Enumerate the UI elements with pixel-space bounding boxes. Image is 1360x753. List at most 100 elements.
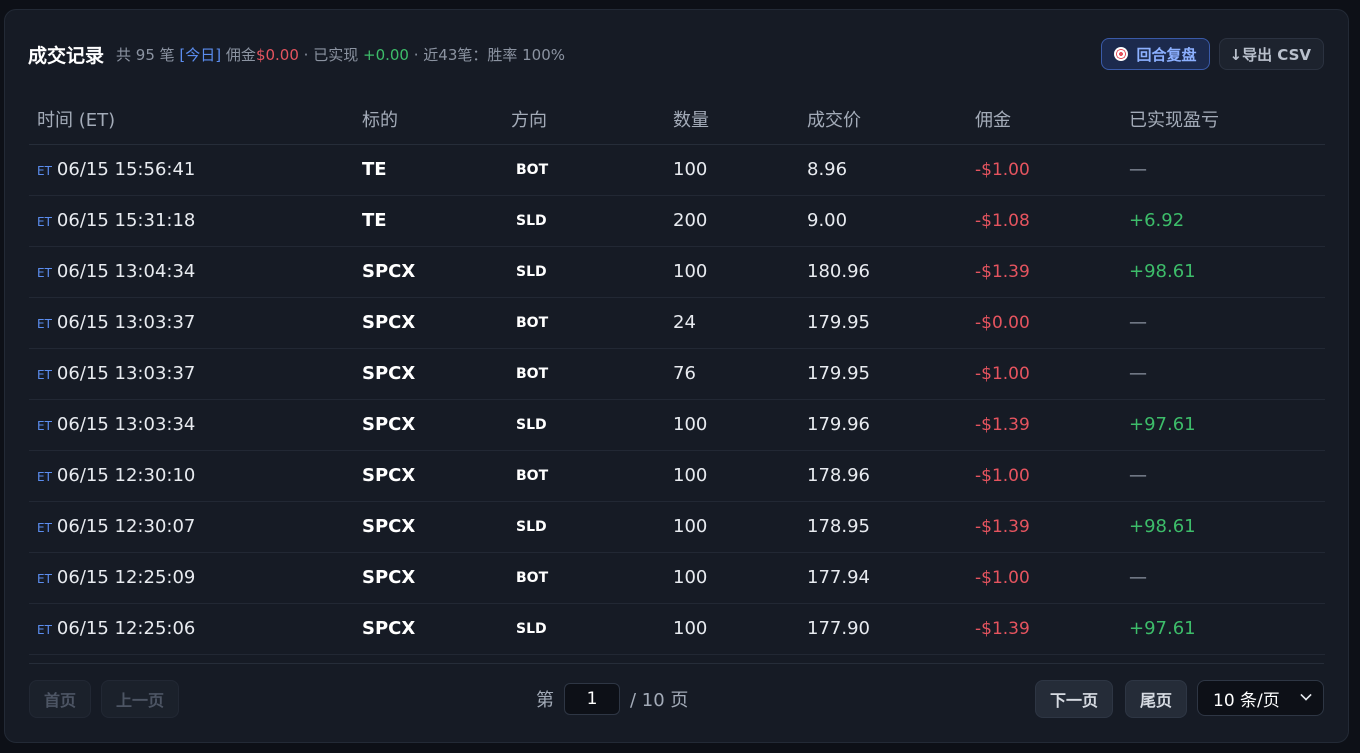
- timezone-tag: ET: [37, 266, 52, 280]
- time-value: 06/15 15:31:18: [56, 210, 196, 231]
- realized-label: · 已实现: [303, 45, 359, 64]
- cell-commission: -$1.00: [967, 348, 1121, 400]
- cell-time: ET 06/15 15:31:18: [29, 195, 354, 247]
- cell-side: SLD: [503, 399, 665, 451]
- commission-label: 佣金: [225, 45, 256, 64]
- cell-realized-pnl: —: [1121, 144, 1325, 196]
- round-replay-button[interactable]: 回合复盘: [1101, 38, 1210, 70]
- cell-quantity: 200: [665, 195, 799, 247]
- table-row: ET 06/15 12:30:07 SPCX SLD 100 178.95 -$1.39 +9…: [29, 501, 1325, 553]
- cell-time: ET 06/15 12:25:06: [29, 603, 354, 655]
- cell-realized-pnl: —: [1121, 348, 1325, 400]
- time-value: 06/15 12:25:06: [56, 618, 196, 639]
- page-number-input[interactable]: 1: [564, 683, 620, 715]
- page-total: / 10 页: [630, 690, 689, 711]
- cell-symbol: SPCX: [354, 552, 503, 604]
- cell-side: SLD: [503, 501, 665, 553]
- cell-commission: -$1.08: [967, 195, 1121, 247]
- cell-realized-pnl: —: [1121, 297, 1325, 349]
- column-header-commission[interactable]: 佣金: [967, 94, 1121, 145]
- table-row: ET 06/15 12:30:10 SPCX BOT 100 178.96 -$1.00—: [29, 450, 1325, 502]
- time-value: 06/15 12:30:10: [56, 465, 196, 486]
- commission-total: $0.00: [255, 45, 299, 64]
- footer-divider: [29, 663, 1324, 664]
- trade-records-panel: 成交记录 共 95 笔 [今日] 佣金$0.00 · 已实现 +0.00 · 近…: [4, 9, 1349, 743]
- column-header-time[interactable]: 时间 (ET): [29, 94, 354, 145]
- timezone-tag: ET: [37, 368, 52, 382]
- time-value: 06/15 12:30:07: [56, 516, 196, 537]
- cell-side: SLD: [503, 603, 665, 655]
- timezone-tag: ET: [37, 470, 52, 484]
- export-csv-label: ↓导出 CSV: [1229, 45, 1312, 64]
- page-title: 成交记录: [28, 44, 105, 67]
- table-row: ET 06/15 12:25:09 SPCX BOT 100 177.94 -$1.00—: [29, 552, 1325, 604]
- win-rate: · 近43笔：胜率 100%: [413, 45, 566, 64]
- cell-symbol: SPCX: [354, 399, 503, 451]
- table-header-row: 时间 (ET) 标的 方向 数量 成交价 佣金 已实现盈亏: [29, 94, 1325, 145]
- cell-time: ET 06/15 15:56:41: [29, 144, 354, 196]
- table-row: ET 06/15 13:03:37 SPCX BOT 76 179.95 -$1.00—: [29, 348, 1325, 400]
- cell-symbol: TE: [354, 195, 503, 247]
- column-header-side[interactable]: 方向: [503, 94, 665, 145]
- cell-side: BOT: [503, 348, 665, 400]
- table-row: ET 06/15 13:04:34 SPCX SLD 100 180.96 -$1.39 +9…: [29, 246, 1325, 298]
- time-value: 06/15 13:03:34: [56, 414, 196, 435]
- cell-commission: -$0.00: [967, 297, 1121, 349]
- table-row: ET 06/15 15:56:41 TE BOT 100 8.96 -$1.00—: [29, 144, 1325, 196]
- cell-commission: -$1.39: [967, 501, 1121, 553]
- cell-symbol: SPCX: [354, 450, 503, 502]
- trade-count: 共 95 笔: [116, 45, 175, 64]
- chevron-down-icon: [1300, 689, 1312, 701]
- time-value: 06/15 13:04:34: [56, 261, 196, 282]
- cell-price: 8.96: [799, 144, 967, 196]
- cell-symbol: SPCX: [354, 501, 503, 553]
- page-size-select[interactable]: 10 条/页: [1197, 680, 1324, 716]
- target-icon: [1114, 47, 1129, 61]
- cell-price: 9.00: [799, 195, 967, 247]
- cell-side: BOT: [503, 144, 665, 196]
- round-replay-label: 回合复盘: [1136, 45, 1197, 64]
- prev-page-button[interactable]: 上一页: [101, 680, 180, 718]
- first-page-button[interactable]: 首页: [29, 680, 92, 718]
- pagination-bar: 首页 上一页 第 1 / 10 页 下一页 尾页 10 条/页: [29, 680, 1324, 720]
- cell-time: ET 06/15 13:04:34: [29, 246, 354, 298]
- cell-quantity: 24: [665, 297, 799, 349]
- cell-commission: -$1.39: [967, 399, 1121, 451]
- cell-price: 178.95: [799, 501, 967, 553]
- cell-realized-pnl: +97.61: [1121, 399, 1325, 451]
- table-row: ET 06/15 12:25:06 SPCX SLD 100 177.90 -$1.39 +9…: [29, 603, 1325, 655]
- timezone-tag: ET: [37, 215, 52, 229]
- cell-quantity: 100: [665, 399, 799, 451]
- today-filter-link[interactable]: [今日]: [179, 46, 221, 64]
- cell-time: ET 06/15 12:30:07: [29, 501, 354, 553]
- column-header-realized-pnl[interactable]: 已实现盈亏: [1121, 94, 1325, 145]
- time-value: 06/15 13:03:37: [56, 363, 196, 384]
- cell-price: 179.96: [799, 399, 967, 451]
- cell-price: 179.95: [799, 348, 967, 400]
- column-header-quantity[interactable]: 数量: [665, 94, 799, 145]
- timezone-tag: ET: [37, 521, 52, 535]
- cell-commission: -$1.39: [967, 246, 1121, 298]
- column-header-price[interactable]: 成交价: [799, 94, 967, 145]
- column-header-symbol[interactable]: 标的: [354, 94, 503, 145]
- last-page-button[interactable]: 尾页: [1125, 680, 1188, 718]
- timezone-tag: ET: [37, 572, 52, 586]
- export-csv-button[interactable]: ↓导出 CSV: [1218, 38, 1324, 70]
- cell-time: ET 06/15 12:30:10: [29, 450, 354, 502]
- realized-total: +0.00: [363, 45, 409, 64]
- cell-quantity: 100: [665, 450, 799, 502]
- cell-commission: -$1.00: [967, 552, 1121, 604]
- cell-symbol: TE: [354, 144, 503, 196]
- cell-realized-pnl: —: [1121, 552, 1325, 604]
- cell-commission: -$1.00: [967, 144, 1121, 196]
- timezone-tag: ET: [37, 623, 52, 637]
- next-page-button[interactable]: 下一页: [1035, 680, 1114, 718]
- cell-symbol: SPCX: [354, 246, 503, 298]
- cell-quantity: 100: [665, 246, 799, 298]
- cell-realized-pnl: +6.92: [1121, 195, 1325, 247]
- cell-side: BOT: [503, 552, 665, 604]
- cell-quantity: 100: [665, 552, 799, 604]
- page-prefix: 第: [536, 690, 554, 711]
- page-size-value: 10 条/页: [1213, 690, 1280, 711]
- cell-symbol: SPCX: [354, 297, 503, 349]
